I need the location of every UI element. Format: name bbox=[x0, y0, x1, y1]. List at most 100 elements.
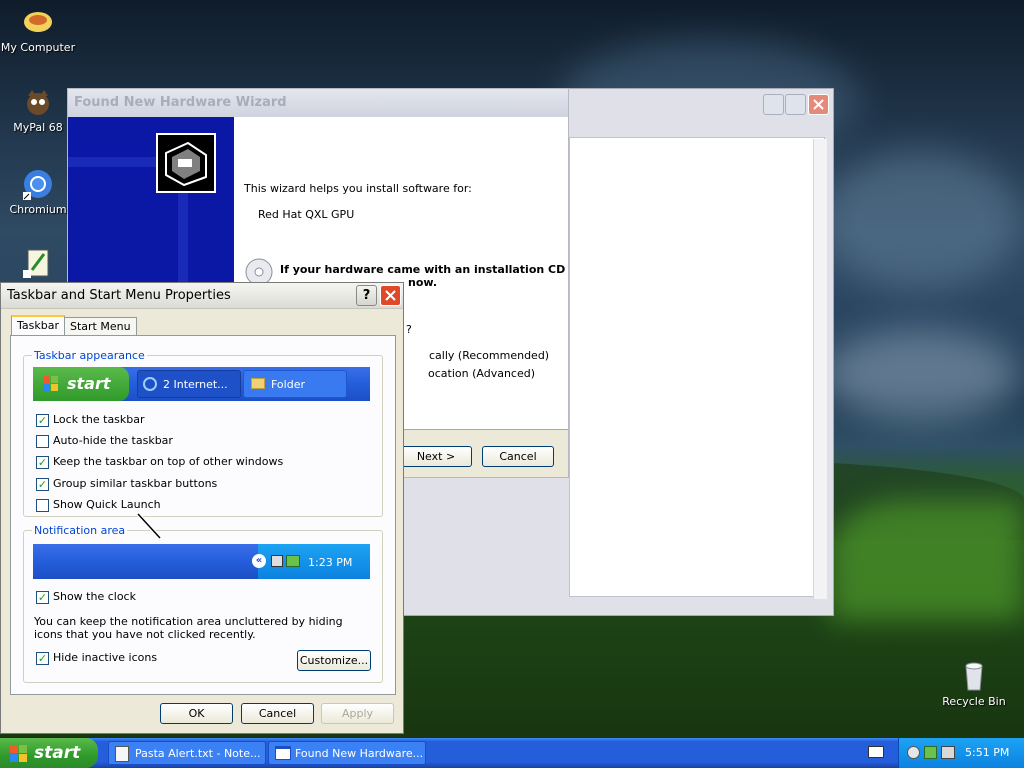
option-label: Auto-hide the taskbar bbox=[53, 434, 173, 447]
chromium-icon bbox=[22, 168, 54, 200]
taskbar-tab-panel: Taskbar appearance start 2 Internet... F… bbox=[10, 335, 396, 695]
desktop-icon-recycle-bin[interactable]: Recycle Bin bbox=[936, 660, 1012, 708]
minimize-button[interactable] bbox=[763, 94, 784, 115]
group-label: Notification area bbox=[32, 524, 128, 537]
checkbox-mark bbox=[36, 434, 49, 448]
close-icon bbox=[813, 99, 824, 110]
checkbox-mark bbox=[36, 498, 49, 512]
show-clock-checkbox[interactable]: ✓ Show the clock bbox=[36, 590, 136, 606]
scrollbar[interactable] bbox=[813, 139, 827, 599]
notification-info-text: You can keep the notification area unclu… bbox=[34, 615, 343, 641]
device-name: Red Hat QXL GPU bbox=[258, 208, 355, 221]
hide-inactive-checkbox[interactable]: ✓ Hide inactive icons bbox=[36, 651, 157, 667]
cloud bbox=[820, 150, 1020, 290]
keyboard-icon[interactable] bbox=[868, 746, 884, 758]
preview-tray-time: 1:23 PM bbox=[308, 556, 353, 569]
taskbar-appearance-group: Taskbar appearance start 2 Internet... F… bbox=[23, 349, 383, 517]
wizard-window-icon bbox=[275, 746, 291, 760]
taskbar-properties-dialog[interactable]: Taskbar and Start Menu Properties ? Task… bbox=[0, 282, 404, 734]
option-label: Lock the taskbar bbox=[53, 413, 145, 426]
taskbar-preview: start 2 Internet... Folder bbox=[33, 367, 370, 401]
checkbox-mark: ✓ bbox=[36, 651, 49, 665]
tray-icon-2[interactable] bbox=[924, 746, 937, 759]
cloud bbox=[820, 330, 1020, 420]
system-tray: 5:51 PM bbox=[898, 738, 1024, 768]
ie-icon bbox=[143, 377, 157, 391]
tab-taskbar[interactable]: Taskbar bbox=[11, 315, 65, 337]
notepad-icon bbox=[115, 746, 129, 762]
desktop-icon-label: Chromium bbox=[9, 203, 67, 216]
checkbox-mark: ✓ bbox=[36, 413, 49, 427]
preview-task-internet-label: 2 Internet... bbox=[163, 378, 228, 391]
option-label: Hide inactive icons bbox=[53, 651, 158, 664]
group-buttons-checkbox[interactable]: ✓ Group similar taskbar buttons bbox=[36, 477, 217, 493]
close-icon bbox=[385, 290, 396, 301]
mouse-cursor bbox=[136, 512, 166, 545]
preview-start-label: start bbox=[67, 374, 111, 393]
grass-highlight bbox=[830, 500, 1024, 620]
recycle-bin-icon bbox=[958, 660, 990, 692]
desktop-icon-notepadpp[interactable] bbox=[0, 248, 76, 283]
checkbox-mark: ✓ bbox=[36, 477, 49, 491]
auto-hide-checkbox[interactable]: Auto-hide the taskbar bbox=[36, 434, 173, 450]
connection-icon bbox=[286, 555, 300, 567]
start-button[interactable]: start bbox=[0, 738, 98, 768]
taskbar-item-wizard[interactable]: Found New Hardware... bbox=[268, 741, 426, 765]
taskbar-item-notepad[interactable]: Pasta Alert.txt - Note... bbox=[108, 741, 266, 765]
group-label: Taskbar appearance bbox=[32, 349, 147, 362]
cancel-button[interactable]: Cancel bbox=[482, 446, 554, 467]
taskbar-item-label: Pasta Alert.txt - Note... bbox=[135, 747, 261, 760]
show-hidden-icons-chevron-icon: « bbox=[252, 554, 266, 568]
option-label: Keep the taskbar on top of other windows bbox=[53, 455, 284, 468]
clock[interactable]: 5:51 PM bbox=[965, 746, 1009, 759]
tab-start-menu[interactable]: Start Menu bbox=[64, 317, 137, 337]
option-label: Show the clock bbox=[53, 590, 136, 603]
desktop-icon-label: MyPal 68 bbox=[13, 121, 63, 134]
start-label: start bbox=[34, 743, 81, 763]
folder-icon bbox=[251, 378, 265, 389]
wizard-intro-text: This wizard helps you install software f… bbox=[244, 182, 472, 195]
windows-logo-icon bbox=[43, 376, 59, 392]
tray-icon-1[interactable] bbox=[907, 746, 920, 759]
option-specific-location[interactable]: ocation (Advanced) bbox=[428, 367, 535, 380]
mypal-icon bbox=[22, 86, 54, 118]
taskbar: start Pasta Alert.txt - Note... Found Ne… bbox=[0, 738, 1024, 768]
keep-on-top-checkbox[interactable]: ✓ Keep the taskbar on top of other window… bbox=[36, 455, 283, 471]
taskbar-item-label: Found New Hardware... bbox=[295, 747, 424, 760]
desktop-icon-chromium[interactable]: Chromium bbox=[0, 168, 76, 216]
cd-instruction-line1: If your hardware came with an installati… bbox=[280, 263, 566, 276]
help-icon: ? bbox=[362, 288, 371, 303]
close-button[interactable] bbox=[380, 285, 401, 306]
maximize-button[interactable] bbox=[785, 94, 806, 115]
question-text: ? bbox=[406, 323, 412, 336]
lock-taskbar-checkbox[interactable]: ✓ Lock the taskbar bbox=[36, 413, 145, 429]
desktop-icon-my-computer[interactable]: My Computer bbox=[0, 6, 76, 54]
desktop-icon-mypal[interactable]: MyPal 68 bbox=[0, 86, 76, 134]
next-button[interactable]: Next > bbox=[400, 446, 472, 467]
option-automatic[interactable]: cally (Recommended) bbox=[429, 349, 549, 362]
network-icon bbox=[271, 555, 283, 567]
help-button[interactable]: ? bbox=[356, 285, 377, 306]
preview-task-folder-label: Folder bbox=[271, 378, 305, 391]
hardware-icon bbox=[156, 133, 216, 193]
option-label: Group similar taskbar buttons bbox=[53, 477, 218, 490]
option-label: Show Quick Launch bbox=[53, 498, 161, 511]
dialog-title: Taskbar and Start Menu Properties bbox=[1, 283, 403, 309]
cd-instruction-line2: now. bbox=[408, 276, 438, 289]
checkbox-mark: ✓ bbox=[36, 455, 49, 469]
close-button[interactable] bbox=[808, 94, 829, 115]
desktop-icon-label: Recycle Bin bbox=[942, 695, 1006, 708]
background-content-area bbox=[569, 137, 825, 597]
windows-logo-icon bbox=[10, 745, 28, 768]
notepadpp-icon bbox=[22, 248, 54, 280]
tray-icon-3[interactable] bbox=[941, 746, 955, 759]
apply-button[interactable]: Apply bbox=[321, 703, 394, 724]
window-title: Found New Hardware Wizard bbox=[68, 89, 568, 117]
ok-button[interactable]: OK bbox=[160, 703, 233, 724]
checkbox-mark: ✓ bbox=[36, 590, 49, 604]
desktop-icon-label: My Computer bbox=[0, 41, 76, 54]
notification-preview: « 1:23 PM bbox=[33, 544, 370, 579]
cancel-button[interactable]: Cancel bbox=[241, 703, 314, 724]
customize-button[interactable]: Customize... bbox=[297, 650, 371, 671]
my-computer-icon bbox=[22, 6, 54, 38]
